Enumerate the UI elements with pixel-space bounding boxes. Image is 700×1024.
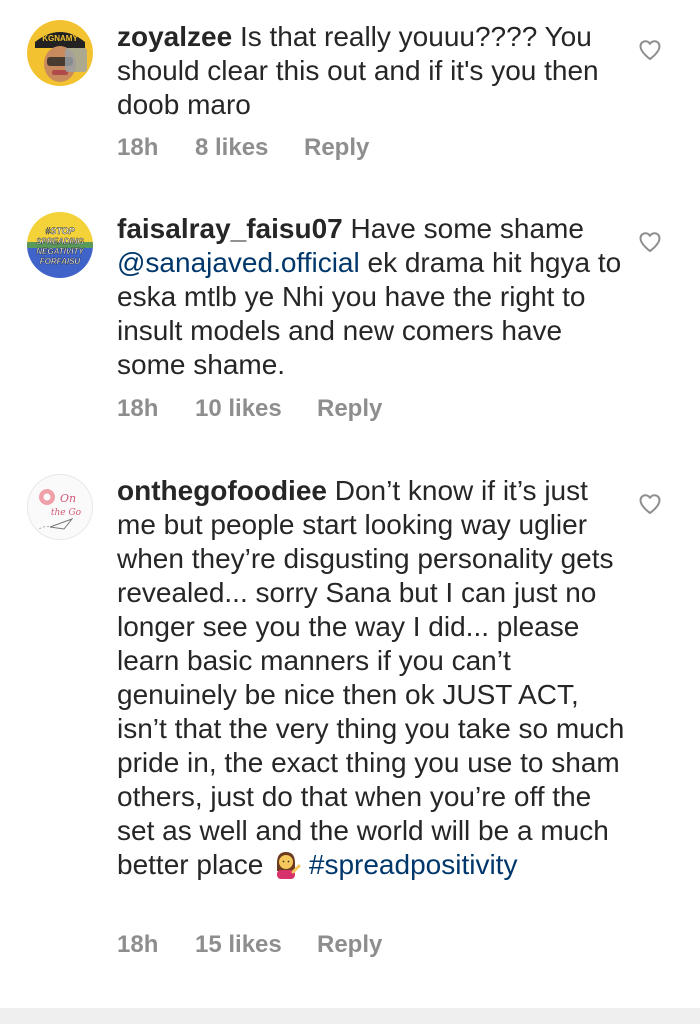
svg-text:FORFAISU: FORFAISU (40, 257, 81, 266)
hashtag-link[interactable]: #spreadpositivity (309, 849, 518, 880)
foodie-logo-icon: On the Go (28, 475, 92, 539)
mention-link[interactable]: @sanajaved.official (117, 247, 360, 278)
comment-body: Have some shame (350, 213, 584, 244)
reply-button[interactable]: Reply (317, 930, 382, 960)
comment-text: faisalray_faisu07 Have some shame @sanaj… (117, 212, 625, 382)
reply-button[interactable]: Reply (304, 133, 369, 163)
stop-negativity-badge-icon: #STOP SPREADING NEGATIVITY FORFAISU (27, 212, 93, 278)
comment-username[interactable]: faisalray_faisu07 (117, 213, 343, 244)
likes-count[interactable]: 8 likes (195, 133, 268, 163)
comment-username[interactable]: zoyalzee (117, 21, 232, 52)
comment-time: 18h (117, 134, 159, 161)
avatar[interactable]: KGNAMY (27, 20, 93, 86)
svg-text:#STOP: #STOP (45, 226, 75, 236)
profile-photo-yellow-cap-icon: KGNAMY (27, 20, 93, 86)
comment-time: 18h (117, 931, 159, 958)
avatar[interactable]: On the Go (27, 474, 93, 540)
likes-count[interactable]: 10 likes (195, 394, 282, 424)
like-heart-icon[interactable] (638, 492, 662, 516)
comment-time: 18h (117, 395, 159, 422)
comment-text: onthegofoodiee Don’t know if it’s just m… (117, 474, 625, 882)
bottom-divider (0, 1008, 700, 1024)
svg-text:KGNAMY: KGNAMY (42, 34, 78, 43)
like-heart-icon[interactable] (638, 230, 662, 254)
svg-text:the Go: the Go (51, 508, 82, 518)
comment-body: Don’t know if it’s just me but people st… (117, 475, 625, 880)
woman-tipping-hand-emoji-icon (271, 849, 301, 879)
comment-text: zoyalzee Is that really youuu???? You sh… (117, 20, 625, 122)
like-heart-icon[interactable] (638, 38, 662, 62)
reply-button[interactable]: Reply (317, 394, 382, 424)
avatar[interactable]: #STOP SPREADING NEGATIVITY FORFAISU (27, 212, 93, 278)
likes-count[interactable]: 15 likes (195, 930, 282, 960)
svg-text:SPREADING: SPREADING (36, 237, 84, 246)
comment-username[interactable]: onthegofoodiee (117, 475, 327, 506)
svg-text:NEGATIVITY: NEGATIVITY (36, 247, 84, 256)
svg-text:On: On (60, 492, 76, 505)
